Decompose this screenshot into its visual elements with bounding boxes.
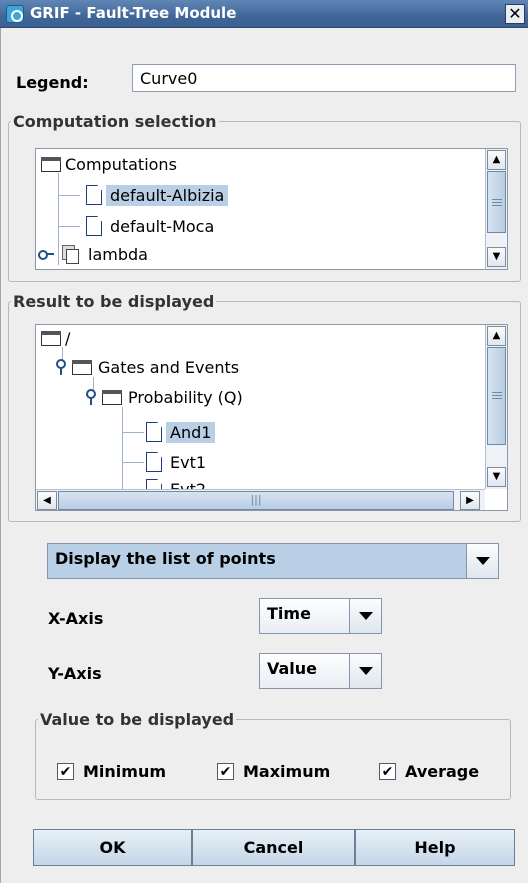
chevron-down-icon[interactable]: [466, 544, 498, 578]
document-icon: [146, 452, 162, 472]
tree-item-and1[interactable]: And1: [146, 419, 216, 445]
app-icon: [6, 5, 24, 23]
tree-item-computations[interactable]: Computations: [41, 151, 181, 177]
x-axis-label: X-Axis: [48, 609, 104, 628]
y-axis-dropdown[interactable]: Value: [259, 653, 382, 689]
average-checkbox[interactable]: ✔ Average: [379, 762, 479, 781]
tree-item-gates-and-events[interactable]: Gates and Events: [56, 354, 243, 380]
stack-icon: [62, 245, 79, 264]
title-bar: GRIF - Fault-Tree Module ✕: [0, 0, 528, 28]
scroll-right-arrow-icon[interactable]: ▶: [460, 491, 480, 510]
legend-input[interactable]: [132, 64, 516, 92]
y-axis-value: Value: [267, 659, 318, 678]
scroll-down-arrow-icon[interactable]: ▼: [487, 247, 506, 267]
tree-item-default-albizia[interactable]: default-Albizia: [86, 182, 229, 208]
value-display-title: Value to be displayed: [40, 710, 235, 729]
folder-icon: [72, 359, 92, 375]
tree-item-probability[interactable]: Probability (Q): [86, 384, 247, 410]
x-axis-value: Time: [267, 604, 311, 623]
scroll-up-arrow-icon[interactable]: ▲: [487, 326, 506, 346]
document-icon: [146, 422, 162, 442]
x-axis-dropdown[interactable]: Time: [259, 598, 382, 634]
minimum-checkbox[interactable]: ✔ Minimum: [57, 762, 166, 781]
folder-icon: [102, 389, 122, 405]
close-button[interactable]: ✕: [505, 4, 525, 24]
expand-handle-icon: [86, 389, 96, 405]
scroll-down-arrow-icon[interactable]: ▼: [487, 467, 506, 487]
document-icon: [86, 185, 102, 205]
tree-item-default-moca[interactable]: default-Moca: [86, 213, 218, 239]
expand-handle-icon: [56, 359, 66, 375]
dialog-body: Legend: Computation selection Computatio…: [0, 28, 528, 883]
expand-handle-icon: [38, 249, 54, 260]
window-title: GRIF - Fault-Tree Module: [30, 4, 237, 22]
maximum-checkbox[interactable]: ✔ Maximum: [217, 762, 330, 781]
help-button[interactable]: Help: [355, 829, 515, 866]
result-display-title: Result to be displayed: [13, 292, 215, 311]
folder-icon: [41, 330, 61, 346]
legend-label: Legend:: [16, 73, 89, 92]
scroll-up-arrow-icon[interactable]: ▲: [487, 150, 506, 170]
scroll-thumb-horizontal[interactable]: |||: [58, 491, 454, 510]
result-tree[interactable]: / Gates and Events Probability (Q) And1 …: [35, 324, 508, 511]
y-axis-label: Y-Axis: [48, 664, 102, 683]
check-icon[interactable]: ✔: [57, 763, 74, 780]
scroll-thumb[interactable]: [487, 171, 506, 233]
tree-item-root[interactable]: /: [41, 325, 74, 351]
document-icon: [86, 216, 102, 236]
computation-selection-title: Computation selection: [13, 112, 217, 131]
tree-item-lambda[interactable]: lambda: [38, 241, 152, 267]
computation-tree[interactable]: Computations default-Albizia default-Moc…: [35, 148, 508, 270]
display-mode-value: Display the list of points: [55, 549, 276, 568]
computation-vertical-scrollbar[interactable]: ▲ ▼: [485, 149, 507, 269]
scroll-left-arrow-icon[interactable]: ◀: [37, 491, 57, 510]
chevron-down-icon[interactable]: [349, 599, 381, 633]
display-mode-dropdown[interactable]: Display the list of points: [47, 543, 499, 579]
result-horizontal-scrollbar[interactable]: ◀ ||| ▶: [36, 489, 485, 510]
value-display-group: Value to be displayed: [35, 710, 511, 800]
cancel-button[interactable]: Cancel: [192, 829, 355, 866]
result-vertical-scrollbar[interactable]: ▲ ▼: [485, 325, 507, 489]
tree-item-evt1[interactable]: Evt1: [146, 449, 210, 475]
check-icon[interactable]: ✔: [379, 763, 396, 780]
ok-button[interactable]: OK: [33, 829, 192, 866]
scroll-thumb[interactable]: [487, 347, 506, 445]
chevron-down-icon[interactable]: [349, 654, 381, 688]
check-icon[interactable]: ✔: [217, 763, 234, 780]
folder-icon: [41, 156, 61, 172]
